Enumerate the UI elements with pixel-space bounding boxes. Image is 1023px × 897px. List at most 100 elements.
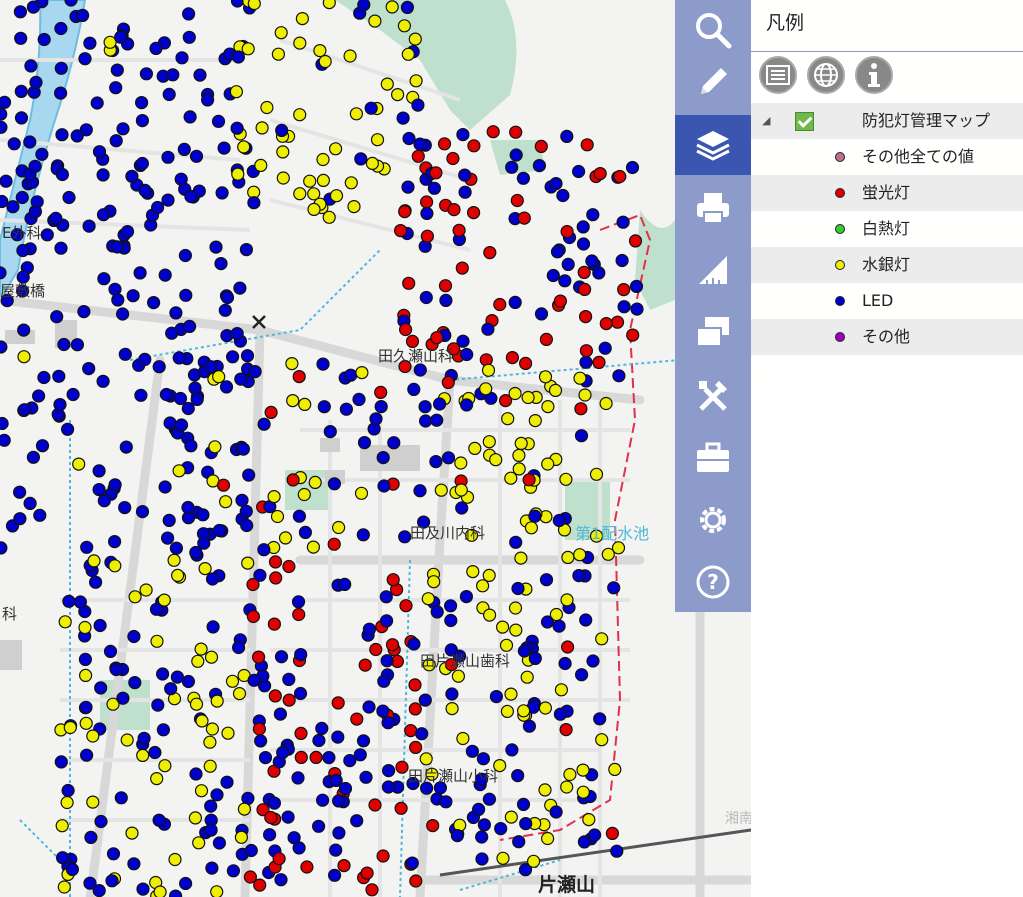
streetlight-marker[interactable] <box>441 451 456 465</box>
streetlight-marker[interactable] <box>156 667 170 681</box>
print-button[interactable] <box>675 178 751 238</box>
streetlight-marker[interactable] <box>444 599 458 613</box>
streetlight-marker[interactable] <box>201 93 215 107</box>
streetlight-marker[interactable] <box>331 730 345 744</box>
streetlight-marker[interactable] <box>327 537 341 551</box>
streetlight-marker[interactable] <box>114 791 128 805</box>
streetlight-marker[interactable] <box>501 412 515 426</box>
streetlight-marker[interactable] <box>580 138 594 152</box>
streetlight-marker[interactable] <box>274 873 288 887</box>
streetlight-marker[interactable] <box>162 513 176 528</box>
streetlight-marker[interactable] <box>73 595 88 609</box>
streetlight-marker[interactable] <box>62 594 76 608</box>
streetlight-marker[interactable] <box>116 122 130 136</box>
streetlight-marker[interactable] <box>239 504 253 518</box>
collapse-icon[interactable]: ◢ <box>762 103 770 139</box>
streetlight-marker[interactable] <box>149 41 163 56</box>
streetlight-marker[interactable] <box>337 858 351 873</box>
streetlight-marker[interactable] <box>593 712 607 726</box>
streetlight-marker[interactable] <box>161 150 175 164</box>
streetlight-marker[interactable] <box>511 581 525 596</box>
streetlight-marker[interactable] <box>274 26 288 40</box>
streetlight-marker[interactable] <box>309 750 323 765</box>
streetlight-marker[interactable] <box>92 483 106 497</box>
streetlight-marker[interactable] <box>489 453 503 467</box>
streetlight-marker[interactable] <box>329 773 343 788</box>
streetlight-marker[interactable] <box>595 733 609 747</box>
streetlight-marker[interactable] <box>512 462 526 476</box>
streetlight-marker[interactable] <box>257 417 271 431</box>
streetlight-marker[interactable] <box>189 767 203 781</box>
streetlight-marker[interactable] <box>391 87 405 102</box>
streetlight-marker[interactable] <box>139 67 153 81</box>
streetlight-marker[interactable] <box>456 731 470 746</box>
streetlight-marker[interactable] <box>14 84 28 99</box>
streetlight-marker[interactable] <box>189 697 204 711</box>
streetlight-marker[interactable] <box>579 355 593 369</box>
streetlight-marker[interactable] <box>560 593 574 607</box>
streetlight-marker[interactable] <box>24 59 38 73</box>
streetlight-marker[interactable] <box>405 856 419 870</box>
streetlight-marker[interactable] <box>268 555 283 569</box>
streetlight-marker[interactable] <box>476 752 490 766</box>
streetlight-marker[interactable] <box>400 0 414 15</box>
streetlight-marker[interactable] <box>139 583 153 597</box>
streetlight-marker[interactable] <box>177 142 191 156</box>
streetlight-marker[interactable] <box>407 382 421 396</box>
streetlight-marker[interactable] <box>54 61 68 75</box>
streetlight-marker[interactable] <box>60 795 74 810</box>
streetlight-marker[interactable] <box>70 338 85 352</box>
streetlight-marker[interactable] <box>211 114 226 129</box>
streetlight-marker[interactable] <box>105 874 119 888</box>
streetlight-marker[interactable] <box>172 351 186 365</box>
streetlight-marker[interactable] <box>23 496 37 510</box>
streetlight-marker[interactable] <box>230 327 244 341</box>
streetlight-marker[interactable] <box>354 486 369 500</box>
streetlight-marker[interactable] <box>512 835 526 849</box>
streetlight-marker[interactable] <box>198 561 212 576</box>
streetlight-marker[interactable] <box>293 108 307 122</box>
streetlight-marker[interactable] <box>6 200 20 214</box>
streetlight-marker[interactable] <box>505 160 519 174</box>
streetlight-marker[interactable] <box>586 654 600 668</box>
streetlight-marker[interactable] <box>519 816 533 831</box>
streetlight-marker[interactable] <box>276 745 290 760</box>
streetlight-marker[interactable] <box>625 160 640 175</box>
streetlight-marker[interactable] <box>411 149 425 163</box>
streetlight-marker[interactable] <box>7 137 21 151</box>
streetlight-marker[interactable] <box>376 849 390 863</box>
streetlight-marker[interactable] <box>13 5 27 19</box>
streetlight-marker[interactable] <box>62 190 76 205</box>
streetlight-marker[interactable] <box>37 32 51 47</box>
streetlight-marker[interactable] <box>252 650 266 664</box>
streetlight-marker[interactable] <box>75 8 90 22</box>
streetlight-marker[interactable] <box>522 473 536 487</box>
streetlight-marker[interactable] <box>84 830 98 845</box>
streetlight-marker[interactable] <box>402 276 416 290</box>
streetlight-marker[interactable] <box>344 176 358 190</box>
streetlight-marker[interactable] <box>578 310 593 324</box>
streetlight-marker[interactable] <box>181 500 195 515</box>
streetlight-marker[interactable] <box>332 794 346 808</box>
streetlight-marker[interactable] <box>287 831 301 845</box>
legend-layer-row[interactable]: ◢ 防犯灯管理マップ <box>751 103 1023 139</box>
streetlight-marker[interactable] <box>0 95 12 109</box>
streetlight-marker[interactable] <box>13 485 27 499</box>
streetlight-marker[interactable] <box>362 700 376 714</box>
streetlight-marker[interactable] <box>329 843 343 857</box>
streetlight-marker[interactable] <box>35 439 50 453</box>
streetlight-marker[interactable] <box>401 47 415 61</box>
streetlight-marker[interactable] <box>128 590 142 604</box>
streetlight-marker[interactable] <box>369 412 383 426</box>
streetlight-marker[interactable] <box>295 12 309 26</box>
streetlight-marker[interactable] <box>298 525 312 540</box>
streetlight-marker[interactable] <box>532 159 547 173</box>
streetlight-marker[interactable] <box>380 654 394 668</box>
streetlight-marker[interactable] <box>332 520 346 535</box>
streetlight-marker[interactable] <box>78 52 92 66</box>
streetlight-marker[interactable] <box>329 189 344 203</box>
streetlight-marker[interactable] <box>26 450 41 464</box>
streetlight-marker[interactable] <box>294 726 308 741</box>
streetlight-marker[interactable] <box>460 347 474 362</box>
streetlight-marker[interactable] <box>430 331 444 345</box>
